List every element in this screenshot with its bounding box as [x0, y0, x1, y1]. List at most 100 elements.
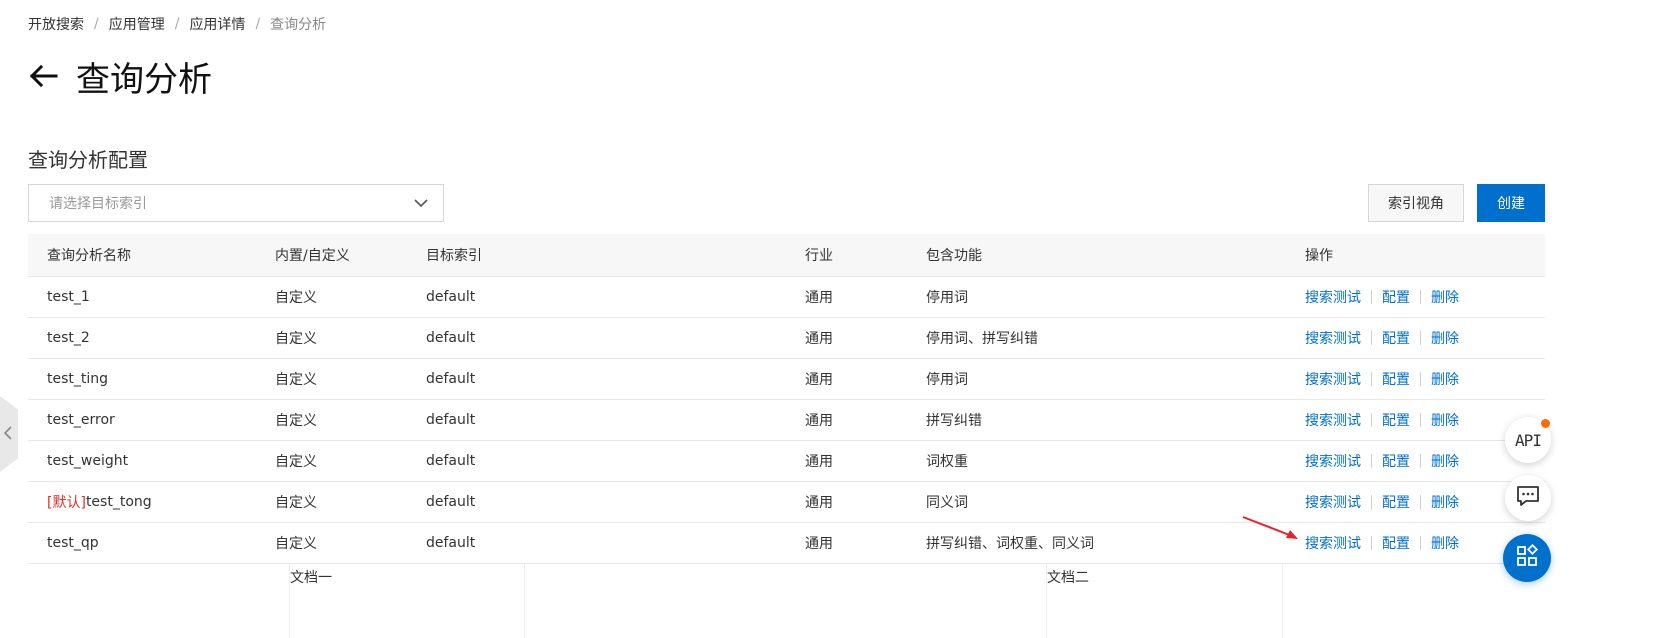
- row-type: 自定义: [275, 536, 317, 552]
- config-link[interactable]: 配置: [1382, 533, 1410, 553]
- breadcrumb-separator: /: [174, 16, 180, 32]
- delete-link[interactable]: 删除: [1431, 492, 1459, 512]
- action-divider: [1371, 290, 1372, 304]
- config-link[interactable]: 配置: [1382, 287, 1410, 307]
- section-title: 查询分析配置: [28, 148, 148, 172]
- create-button[interactable]: 创建: [1477, 184, 1545, 222]
- row-features: 停用词: [926, 290, 968, 306]
- search-test-link[interactable]: 搜索测试: [1305, 451, 1361, 471]
- action-divider: [1420, 290, 1421, 304]
- row-features: 停用词、拼写纠错: [926, 331, 1038, 347]
- delete-link[interactable]: 删除: [1431, 287, 1459, 307]
- table-row: [默认] test_tong 自定义 default 通用 同义词 搜索测试 配置…: [28, 482, 1545, 523]
- row-name: test_weight: [47, 441, 128, 481]
- column-header-actions: 操作: [1305, 248, 1333, 264]
- index-view-button[interactable]: 索引视角: [1368, 184, 1464, 222]
- row-type: 自定义: [275, 413, 317, 429]
- action-divider: [1420, 413, 1421, 427]
- row-features: 同义词: [926, 495, 968, 511]
- document-one-label: 文档一: [290, 570, 332, 586]
- row-name: [默认] test_tong: [47, 482, 152, 522]
- row-actions: 搜索测试 配置 删除: [1305, 400, 1459, 440]
- action-divider: [1371, 413, 1372, 427]
- row-name-text: test_1: [47, 289, 90, 305]
- delete-link[interactable]: 删除: [1431, 451, 1459, 471]
- search-test-link[interactable]: 搜索测试: [1305, 369, 1361, 389]
- row-index: default: [426, 535, 476, 551]
- table-row: test_weight 自定义 default 通用 词权重 搜索测试 配置 删…: [28, 441, 1545, 482]
- search-test-link[interactable]: 搜索测试: [1305, 287, 1361, 307]
- row-name-text: test_weight: [47, 453, 129, 469]
- apps-button[interactable]: [1503, 534, 1551, 582]
- row-type: 自定义: [275, 331, 317, 347]
- row-name: test_ting: [47, 359, 108, 399]
- row-index: default: [426, 494, 476, 510]
- row-type: 自定义: [275, 372, 317, 388]
- row-name: test_error: [47, 400, 115, 440]
- chevron-down-icon: [413, 195, 429, 211]
- row-index: default: [426, 330, 476, 346]
- row-name-text: test_error: [47, 412, 115, 428]
- action-divider: [1420, 331, 1421, 345]
- row-name-text: test_ting: [47, 371, 109, 387]
- sidebar-collapse-tab[interactable]: [0, 396, 18, 472]
- document-column-divider: [1282, 564, 1283, 638]
- chat-icon: [1516, 485, 1540, 511]
- column-header-industry: 行业: [805, 248, 833, 264]
- search-test-link[interactable]: 搜索测试: [1305, 533, 1361, 553]
- config-link[interactable]: 配置: [1382, 492, 1410, 512]
- breadcrumb-app-detail[interactable]: 应用详情: [189, 14, 245, 34]
- document-column-divider: [524, 564, 525, 638]
- search-test-link[interactable]: 搜索测试: [1305, 328, 1361, 348]
- table-row: test_qp 自定义 default 通用 拼写纠错、词权重、同义词 搜索测试…: [28, 523, 1545, 564]
- config-link[interactable]: 配置: [1382, 369, 1410, 389]
- breadcrumb-separator: /: [255, 16, 261, 32]
- row-type: 自定义: [275, 454, 317, 470]
- breadcrumb-separator: /: [94, 16, 99, 32]
- document-two-label: 文档二: [1047, 570, 1089, 586]
- chat-button[interactable]: [1505, 475, 1551, 521]
- arrow-left-icon[interactable]: [28, 60, 60, 92]
- action-divider: [1420, 495, 1421, 509]
- search-test-link[interactable]: 搜索测试: [1305, 410, 1361, 430]
- row-actions: 搜索测试 配置 删除: [1305, 482, 1459, 522]
- default-tag: [默认]: [47, 495, 86, 511]
- row-actions: 搜索测试 配置 删除: [1305, 441, 1459, 481]
- table-row: test_2 自定义 default 通用 停用词、拼写纠错 搜索测试 配置 删…: [28, 318, 1545, 359]
- action-divider: [1420, 372, 1421, 386]
- action-divider: [1371, 536, 1372, 550]
- search-test-link[interactable]: 搜索测试: [1305, 492, 1361, 512]
- config-link[interactable]: 配置: [1382, 451, 1410, 471]
- row-name: test_qp: [47, 523, 99, 563]
- delete-link[interactable]: 删除: [1431, 369, 1459, 389]
- column-header-features: 包含功能: [926, 248, 982, 264]
- breadcrumb-open-search[interactable]: 开放搜索: [28, 14, 84, 34]
- breadcrumb-app-management[interactable]: 应用管理: [109, 14, 165, 34]
- table-row: test_1 自定义 default 通用 停用词 搜索测试 配置 删除: [28, 277, 1545, 318]
- row-index: default: [426, 289, 476, 305]
- column-header-type: 内置/自定义: [275, 248, 350, 264]
- delete-link[interactable]: 删除: [1431, 533, 1459, 553]
- row-index: default: [426, 371, 476, 387]
- row-name-text: test_qp: [47, 535, 99, 551]
- document-preview-area: [289, 564, 1283, 638]
- row-features: 词权重: [926, 454, 968, 470]
- delete-link[interactable]: 删除: [1431, 328, 1459, 348]
- config-link[interactable]: 配置: [1382, 410, 1410, 430]
- row-name: test_2: [47, 318, 90, 358]
- notification-dot: [1541, 419, 1550, 428]
- row-name-text: test_tong: [85, 494, 152, 510]
- delete-link[interactable]: 删除: [1431, 410, 1459, 430]
- config-link[interactable]: 配置: [1382, 328, 1410, 348]
- row-actions: 搜索测试 配置 删除: [1305, 523, 1459, 563]
- row-industry: 通用: [805, 536, 833, 552]
- target-index-select[interactable]: 请选择目标索引: [28, 184, 444, 222]
- action-divider: [1420, 536, 1421, 550]
- action-divider: [1371, 372, 1372, 386]
- table-row: test_ting 自定义 default 通用 停用词 搜索测试 配置 删除: [28, 359, 1545, 400]
- row-name-text: test_2: [47, 330, 90, 346]
- row-type: 自定义: [275, 495, 317, 511]
- row-industry: 通用: [805, 495, 833, 511]
- api-button[interactable]: API: [1505, 417, 1551, 463]
- row-type: 自定义: [275, 290, 317, 306]
